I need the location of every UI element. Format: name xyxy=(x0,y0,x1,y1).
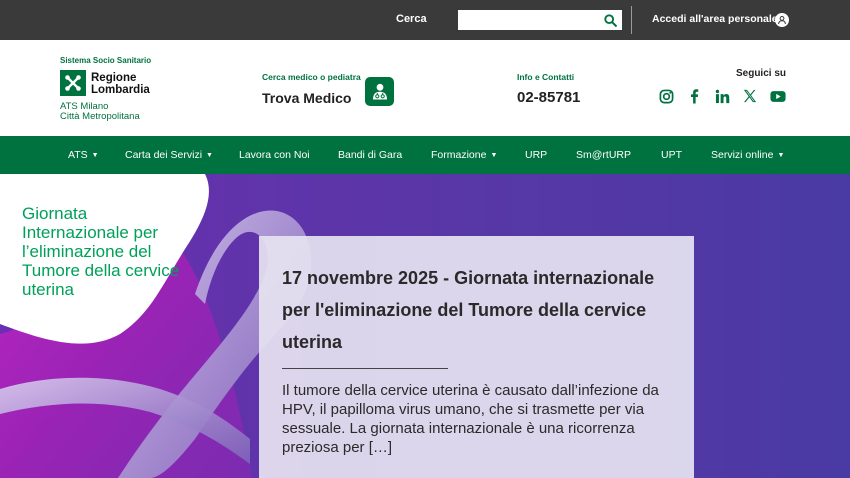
facebook-icon[interactable] xyxy=(686,88,702,104)
news-excerpt: Il tumore della cervice uterina è causat… xyxy=(282,382,659,456)
nav-item-label: ATS xyxy=(68,149,88,161)
nav-item-ats[interactable]: ATS ▼ xyxy=(68,149,99,161)
nav-item-servizi-online[interactable]: Servizi online ▼ xyxy=(711,149,784,161)
news-card[interactable]: 17 novembre 2025 - Giornata internaziona… xyxy=(259,236,694,478)
top-utility-bar: Cerca Accedi all'area personale xyxy=(0,0,850,40)
search-button[interactable] xyxy=(598,10,622,30)
contact-block: Info e Contatti 02-85781 xyxy=(517,72,580,106)
find-doctor-button[interactable] xyxy=(365,77,394,106)
nav-item-label: Carta dei Servizi xyxy=(125,149,203,161)
logo-region-line1: Regione xyxy=(91,72,137,84)
nav-item-label: Servizi online xyxy=(711,149,774,161)
find-doctor-block[interactable]: Cerca medico o pediatra Trova Medico xyxy=(262,72,402,112)
search-icon xyxy=(603,13,617,27)
news-divider xyxy=(282,368,448,369)
nav-item-upt[interactable]: UPT xyxy=(661,149,682,161)
hero-banner[interactable]: Giornata Internazionale per l’eliminazio… xyxy=(0,174,850,478)
social-block: Seguici su xyxy=(656,68,786,104)
contact-label[interactable]: Info e Contatti xyxy=(517,72,580,82)
logo-region-line2: Lombardia xyxy=(91,84,150,96)
nav-item-label: Bandi di Gara xyxy=(338,149,403,161)
nav-item-label: UPT xyxy=(661,149,682,161)
logo-ats-line2: Città Metropolitana xyxy=(60,111,140,122)
nav-item-lavora-con-noi[interactable]: Lavora con Noi xyxy=(239,149,310,161)
caret-down-icon: ▼ xyxy=(91,152,99,159)
nav-item-urp[interactable]: URP xyxy=(525,149,547,161)
ats-logo[interactable]: Sistema Socio Sanitario Regione Lombardi… xyxy=(60,56,170,126)
x-icon[interactable] xyxy=(742,88,758,104)
regione-lombardia-logo-icon xyxy=(60,70,86,96)
news-title[interactable]: 17 novembre 2025 - Giornata internaziona… xyxy=(282,262,672,358)
nav-item-bandi-di-gara[interactable]: Bandi di Gara xyxy=(338,149,402,161)
personal-area-link[interactable]: Accedi all'area personale xyxy=(652,13,778,25)
nav-item-smarturp[interactable]: Sm@rtURP xyxy=(576,149,631,161)
nav-item-label: URP xyxy=(525,149,548,161)
caret-down-icon: ▼ xyxy=(206,152,213,159)
nav-item-carta-servizi[interactable]: Carta dei Servizi ▼ xyxy=(125,149,213,161)
search-label: Cerca xyxy=(396,13,427,25)
nav-item-formazione[interactable]: Formazione ▼ xyxy=(431,149,497,161)
instagram-icon[interactable] xyxy=(658,88,674,104)
contact-phone[interactable]: 02-85781 xyxy=(517,89,580,106)
logo-ats-text: ATS Milano Città Metropolitana xyxy=(60,102,140,122)
logo-region-text: Regione Lombardia xyxy=(91,72,150,96)
caret-down-icon: ▼ xyxy=(490,152,498,159)
nav-item-label: Formazione xyxy=(431,149,487,161)
find-doctor-subtitle: Cerca medico o pediatra xyxy=(262,72,361,82)
main-nav-list: ATS ▼ Carta dei Servizi ▼ Lavora con Noi B… xyxy=(0,136,850,174)
caret-down-icon: ▼ xyxy=(777,152,785,159)
social-label: Seguici su xyxy=(735,68,786,79)
social-icons xyxy=(658,88,786,104)
main-nav: ATS ▼ Carta dei Servizi ▼ Lavora con Noi B… xyxy=(0,136,850,174)
find-doctor-title: Trova Medico xyxy=(262,90,352,106)
hero-caption: Giornata Internazionale per l’eliminazio… xyxy=(22,204,180,299)
nav-item-label: Sm@rtURP xyxy=(576,149,631,161)
linkedin-icon[interactable] xyxy=(714,88,730,104)
youtube-icon[interactable] xyxy=(770,88,786,104)
user-icon[interactable] xyxy=(775,13,789,27)
nav-item-label: Lavora con Noi xyxy=(239,149,310,161)
logo-system-text: Sistema Socio Sanitario xyxy=(60,56,152,65)
topbar-divider xyxy=(631,6,632,34)
site-header: Sistema Socio Sanitario Regione Lombardi… xyxy=(0,40,850,136)
doctor-icon xyxy=(372,83,387,99)
